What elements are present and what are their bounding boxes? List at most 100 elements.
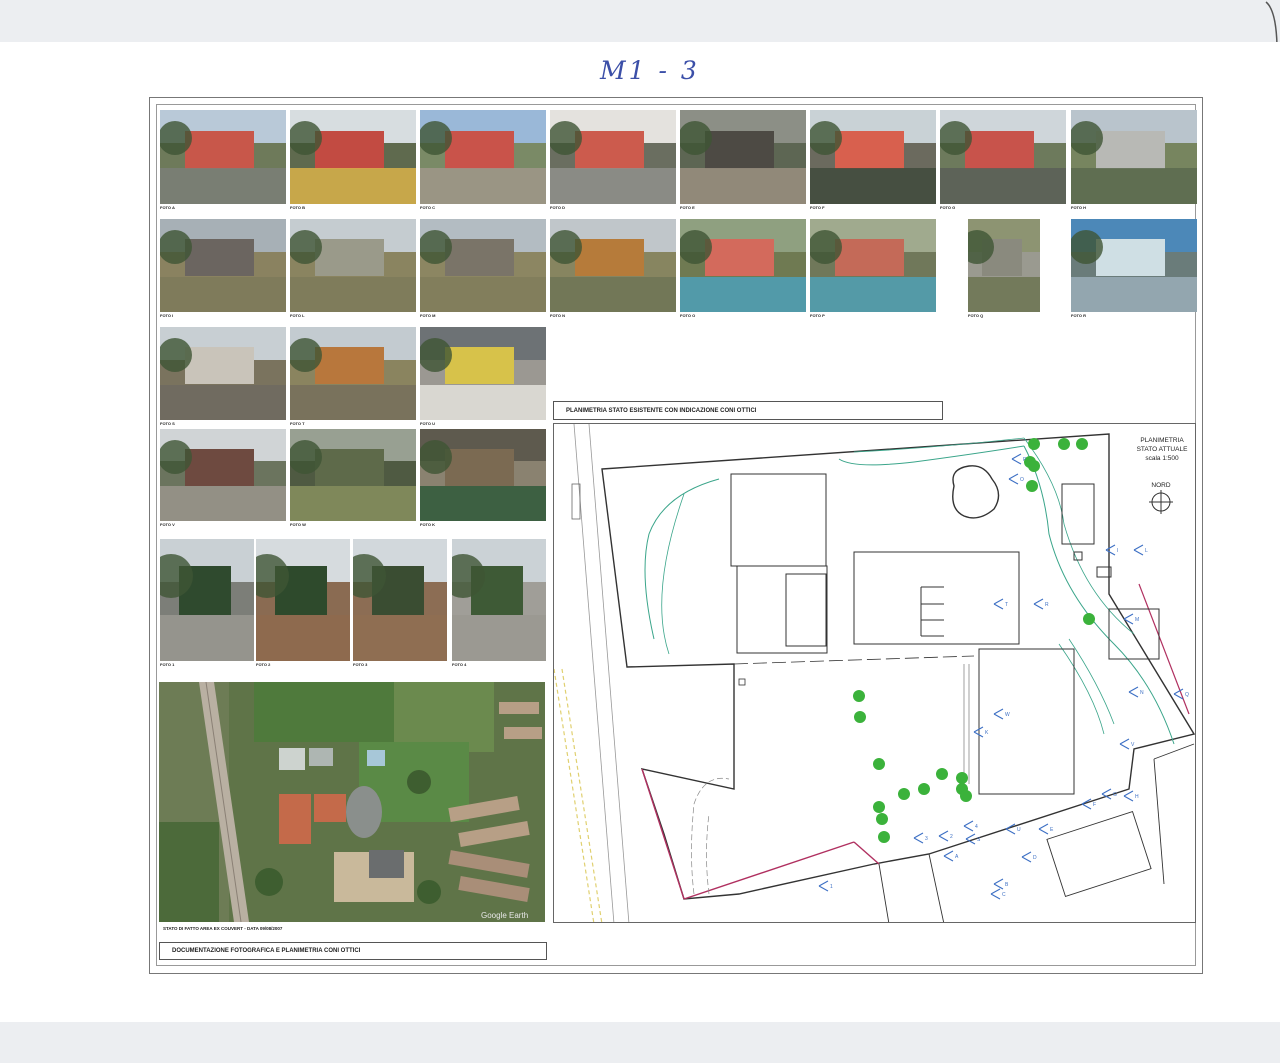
- viewpoint-cone-icon: [943, 850, 954, 862]
- viewpoint-label: B: [1005, 882, 1009, 888]
- plan-scale: scala 1:500: [1145, 455, 1179, 462]
- viewpoint-cone-icon: [993, 598, 1004, 610]
- photo-caption: FOTO A: [160, 205, 175, 210]
- tree-symbol: [918, 783, 930, 795]
- viewpoint-cone-icon: [1008, 473, 1019, 485]
- photo-caption: FOTO Q: [968, 313, 984, 318]
- aerial-caption: STATO DI FATTO AREA EX COUVERT - DATA 09…: [163, 926, 283, 931]
- viewpoint-label: V: [1131, 742, 1135, 748]
- tree-symbol: [873, 801, 885, 813]
- tree-symbol: [1028, 438, 1040, 450]
- site-photo[interactable]: [420, 429, 546, 521]
- viewpoint-label: R: [1045, 602, 1049, 608]
- site-photo[interactable]: [810, 219, 936, 312]
- site-photo[interactable]: [550, 110, 676, 204]
- site-photo[interactable]: [160, 429, 286, 521]
- site-photo[interactable]: [160, 539, 254, 661]
- photo-caption: FOTO P: [810, 313, 825, 318]
- viewpoint-cone-icon: [1033, 598, 1044, 610]
- site-photo[interactable]: [452, 539, 546, 661]
- viewpoint-label: H: [1135, 794, 1139, 800]
- photo-caption: FOTO B: [290, 205, 306, 210]
- tree-symbol: [960, 790, 972, 802]
- viewpoint-label: K: [985, 730, 989, 736]
- tree-symbol: [898, 788, 910, 800]
- photo-caption: FOTO U: [420, 421, 436, 426]
- viewer-top-bar: [0, 0, 1280, 42]
- north-label: NORD: [1151, 482, 1170, 489]
- plan-title: PLANIMETRIA: [1140, 437, 1184, 444]
- tree-symbol: [1028, 460, 1040, 472]
- tree-symbol: [873, 758, 885, 770]
- site-photo[interactable]: [968, 219, 1040, 312]
- photo-caption: FOTO H: [1071, 205, 1087, 210]
- viewpoint-label: T: [1005, 602, 1008, 608]
- photo-caption: FOTO M: [420, 313, 436, 318]
- viewpoint-cone-icon: [818, 880, 829, 892]
- site-photo[interactable]: [680, 110, 806, 204]
- tree-symbol: [1058, 438, 1070, 450]
- viewpoint-cone-icon: [990, 888, 1001, 900]
- photo-caption: FOTO N: [550, 313, 566, 318]
- tree-symbol: [853, 690, 865, 702]
- viewpoint-cone-icon: [1128, 686, 1139, 698]
- site-photo[interactable]: [420, 219, 546, 312]
- tree-symbol: [878, 831, 890, 843]
- site-photo[interactable]: [256, 539, 350, 661]
- site-photo[interactable]: [290, 429, 416, 521]
- viewpoint-cone-icon: [1021, 851, 1032, 863]
- site-photo[interactable]: [160, 327, 286, 420]
- site-photo[interactable]: [290, 327, 416, 420]
- photo-caption: FOTO V: [160, 522, 175, 527]
- site-photo[interactable]: [353, 539, 447, 661]
- viewpoint-cone-icon: [963, 820, 974, 832]
- viewpoint-label: G: [1113, 792, 1117, 798]
- site-photo[interactable]: [680, 219, 806, 312]
- viewpoint-label: C: [1002, 892, 1006, 898]
- viewer-bottom-bar: [0, 1022, 1280, 1063]
- viewpoint-cone-icon: [1011, 453, 1022, 465]
- photo-caption: FOTO R: [1071, 313, 1087, 318]
- viewpoint-cone-icon: [913, 832, 924, 844]
- site-photo[interactable]: [420, 327, 546, 420]
- photo-caption: FOTO W: [290, 522, 306, 527]
- photo-caption: FOTO D: [550, 205, 566, 210]
- viewpoint-label: N: [1140, 690, 1144, 696]
- site-photo[interactable]: [940, 110, 1066, 204]
- viewpoint-label: I: [1117, 548, 1118, 554]
- aerial-photo[interactable]: Google Earth: [159, 682, 545, 922]
- aerial-watermark: Google Earth: [481, 911, 528, 920]
- viewpoint-label: O: [1020, 477, 1024, 483]
- viewpoint-label: D: [1033, 855, 1037, 861]
- photo-caption: FOTO 4: [452, 662, 467, 667]
- site-photo[interactable]: [160, 219, 286, 312]
- tree-symbol: [936, 768, 948, 780]
- site-photo[interactable]: [810, 110, 936, 204]
- site-photo[interactable]: [1071, 110, 1197, 204]
- site-photo[interactable]: [1071, 219, 1197, 312]
- photo-caption: FOTO S: [160, 421, 175, 426]
- viewpoint-label: W: [1005, 712, 1010, 718]
- tree-symbol: [1076, 438, 1088, 450]
- site-photo[interactable]: [290, 219, 416, 312]
- photo-caption: FOTO I: [160, 313, 174, 318]
- site-photo[interactable]: [160, 110, 286, 204]
- viewpoint-label: Q: [1185, 692, 1189, 698]
- tree-symbol: [1026, 480, 1038, 492]
- photo-caption: FOTO 3: [353, 662, 368, 667]
- viewpoint-cone-icon: [938, 830, 949, 842]
- tree-symbol: [1083, 613, 1095, 625]
- site-photo[interactable]: [290, 110, 416, 204]
- viewpoint-cone-icon: [1105, 544, 1116, 556]
- photo-caption: FOTO E: [680, 205, 695, 210]
- handwritten-note: M1 - 3: [600, 56, 700, 85]
- site-photo[interactable]: [420, 110, 546, 204]
- plan-header-label: PLANIMETRIA STATO ESISTENTE CON INDICAZI…: [553, 401, 943, 420]
- tree-symbol: [956, 772, 968, 784]
- site-plan[interactable]: NORD PLANIMETRIA STATO ATTUALE scala 1:5…: [553, 423, 1196, 923]
- site-photo[interactable]: [550, 219, 676, 312]
- viewpoint-cone-icon: [993, 878, 1004, 890]
- viewpoint-label: A: [955, 854, 959, 860]
- viewpoint-label: E: [1050, 827, 1054, 833]
- viewpoint-label: 2: [950, 834, 953, 840]
